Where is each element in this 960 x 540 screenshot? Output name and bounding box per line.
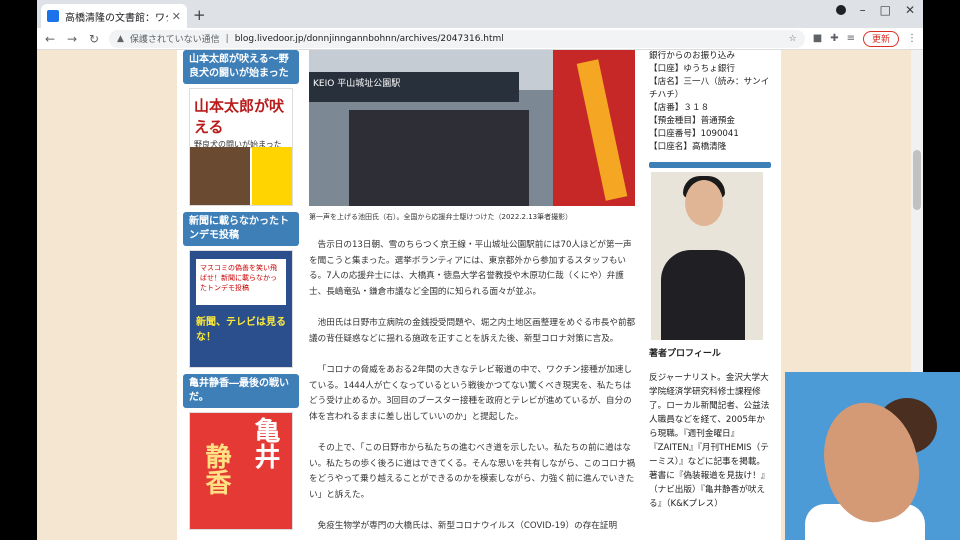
bank-info: 銀行からのお振り込み 【口座】ゆうちょ銀行 【店名】三一八（読み：サンイチハチ）… xyxy=(649,50,771,154)
address-bar[interactable]: ▲ 保護されていない通信 | blog.livedoor.jp/donnjinn… xyxy=(109,29,805,48)
portrait-body xyxy=(661,250,745,340)
right-sidebar: 銀行からのお振り込み 【口座】ゆうちょ銀行 【店名】三一八（読み：サンイチハチ）… xyxy=(649,50,771,511)
book-title: 山本太郎が吠える xyxy=(194,97,285,136)
security-label: 保護されていない通信 xyxy=(129,35,220,45)
bank-line: 【店番】３１８ xyxy=(649,103,710,113)
warning-icon: ▲ xyxy=(117,33,124,44)
sidebar-heading-kamei[interactable]: 亀井静香―最後の戦いだ。 xyxy=(183,374,299,408)
update-button[interactable]: 更新 xyxy=(862,30,899,47)
profile-icon[interactable] xyxy=(835,5,846,15)
forward-icon[interactable]: → xyxy=(65,32,79,46)
left-sidebar: 山本太郎が吠える～野良犬の闘いが始まった 山本太郎が吠える 野良犬の闘いが始まっ… xyxy=(183,50,299,534)
portrait-face xyxy=(685,180,723,226)
extension-icon[interactable]: ■ xyxy=(813,33,822,44)
profile-heading: 著者プロフィール xyxy=(649,349,721,359)
sidebar-heading-yamamoto[interactable]: 山本太郎が吠える～野良犬の闘いが始まった xyxy=(183,50,299,84)
puzzle-icon[interactable]: ✚ xyxy=(830,33,838,44)
article-paragraph: 免疫生物学が専門の大橋氏は、新型コロナウイルス（COVID-19）の存在証明 xyxy=(317,521,618,531)
browser-toolbar: ← → ↻ ▲ 保護されていない通信 | blog.livedoor.jp/do… xyxy=(37,28,923,50)
book-title-kamei: 亀井 xyxy=(250,417,280,469)
section-divider xyxy=(649,162,771,168)
reload-icon[interactable]: ↻ xyxy=(87,32,101,46)
book-cover-yamamoto[interactable]: 山本太郎が吠える 野良犬の闘いが始まった xyxy=(189,88,293,206)
back-icon[interactable]: ← xyxy=(43,32,57,46)
bank-line: 【口座名】高橋清隆 xyxy=(649,142,727,152)
bank-line: 【店名】三一八（読み：サンイチハチ） xyxy=(649,77,770,100)
bank-line: 【口座】ゆうちょ銀行 xyxy=(649,64,735,74)
maximize-button[interactable]: □ xyxy=(880,3,891,17)
url-text: blog.livedoor.jp/donnjinngannbohnn/archi… xyxy=(234,33,504,44)
bookmark-star-icon[interactable]: ☆ xyxy=(789,34,797,44)
station-sign: KEIO 平山城址公園駅 xyxy=(309,72,519,102)
article-paragraph: 池田氏は日野市立病院の金銭授受問題や、堀之内土地区画整理をめぐる市長や前都議の背… xyxy=(309,318,636,344)
menu-list-icon[interactable]: ≡ xyxy=(847,33,855,44)
author-bio: 反ジャーナリスト。金沢大学大学院経済学研究科修士課程修了。ローカル新聞記者、公益… xyxy=(649,373,770,509)
close-tab-icon[interactable]: ✕ xyxy=(172,10,181,23)
close-window-button[interactable]: ✕ xyxy=(905,3,915,17)
article-paragraph: 告示日の13日朝、雪のちらつく京王線・平山城址公園駅前には70人ほどが第一声を聞… xyxy=(309,240,632,297)
author-portrait xyxy=(651,172,763,340)
book-cover-tondemo[interactable]: マスコミの偽善を笑い飛ばせ！新聞に載らなかったトンデモ投稿 新聞、テレビは見るな… xyxy=(189,250,293,368)
cover-band xyxy=(252,147,292,205)
window-controls: – □ ✕ xyxy=(835,3,915,17)
book-title-shizuka: 静香 xyxy=(201,443,231,495)
browser-tab[interactable]: 高橋清隆の文書館：ワクチン接種を ✕ xyxy=(41,4,187,28)
article-paragraph: 「コロナの脅威をあおる2年間の大きなテレビ報道の中で、ワクチン接種が加速している… xyxy=(309,365,633,422)
bank-line: 【預金種目】普通預金 xyxy=(649,116,735,126)
minimize-button[interactable]: – xyxy=(860,3,866,17)
webcam-overlay xyxy=(785,372,960,540)
bank-line: 【口座番号】1090041 xyxy=(649,129,739,139)
kebab-menu-icon[interactable]: ⋮ xyxy=(907,33,917,44)
article-photo: KEIO 平山城址公園駅 xyxy=(309,50,635,206)
book-subtitle: 新聞、テレビは見るな！ xyxy=(196,317,286,343)
book-cover-kamei[interactable]: 亀井 静香 xyxy=(189,412,293,530)
cover-photo xyxy=(190,147,250,205)
article-paragraph: その上で、「この日野市から私たちの進むべき道を示したい。私たちの前に道はない。私… xyxy=(309,443,636,500)
article-body: KEIO 平山城址公園駅 第一声を上げる池田氏（右）。全国から応援弁士駆けつけた… xyxy=(309,50,639,535)
bank-line: 銀行からのお振り込み xyxy=(649,51,735,61)
favicon-icon xyxy=(47,10,59,22)
separator: | xyxy=(225,33,229,44)
new-tab-button[interactable]: + xyxy=(193,6,206,24)
tab-strip: 高橋清隆の文書館：ワクチン接種を ✕ + – □ ✕ xyxy=(37,0,923,28)
photo-caption: 第一声を上げる池田氏（右）。全国から応援弁士駆けつけた（2022.2.13筆者撮… xyxy=(309,213,573,221)
book-title: マスコミの偽善を笑い飛ばせ！新聞に載らなかったトンデモ投稿 xyxy=(196,259,286,305)
scrollbar-thumb[interactable] xyxy=(913,150,921,210)
speakers-group xyxy=(349,110,529,206)
sidebar-heading-tondemo[interactable]: 新聞に載らなかったトンデモ投稿 xyxy=(183,212,299,246)
tab-title: 高橋清隆の文書館：ワクチン接種を xyxy=(65,12,168,24)
